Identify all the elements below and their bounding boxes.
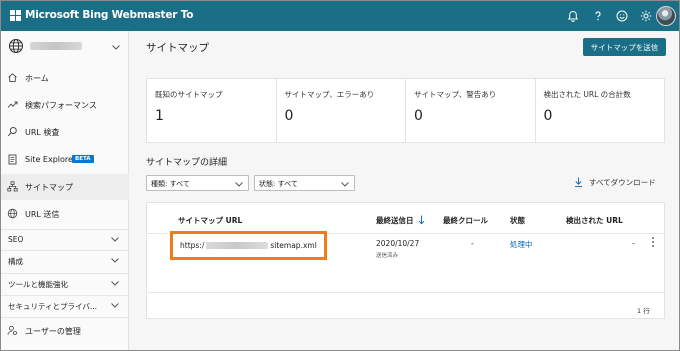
stat-value: 0 (414, 108, 423, 124)
stat-label: サイトマップ、警告あり (414, 90, 497, 99)
status-value[interactable]: 処理中 (510, 239, 533, 250)
chevron-down-icon (235, 182, 243, 187)
status-filter-dropdown[interactable]: 状態: すべて (254, 175, 355, 191)
user-settings-icon (7, 325, 17, 335)
submitted-date: 2020/10/27 (376, 239, 420, 248)
home-icon (8, 73, 17, 82)
column-header-last-crawl[interactable]: 最終クロール (443, 215, 488, 226)
trend-icon (7, 101, 18, 108)
type-filter-dropdown[interactable]: 種類: すべて (146, 175, 249, 191)
url-domain-redacted (206, 242, 269, 249)
sidebar-section-label: SEO (8, 235, 24, 244)
sort-descending-icon (418, 215, 424, 225)
type-filter-value: 種類: すべて (151, 180, 190, 188)
sitemap-icon (7, 181, 18, 192)
sidebar-item-label: Site Explorer (25, 155, 77, 164)
sidebar-section-configuration[interactable]: 構成 (1, 250, 129, 268)
beta-badge: BETA (72, 155, 94, 163)
download-icon (575, 177, 582, 187)
sidebar-item-url-submission[interactable]: URL 送信 (1, 201, 129, 227)
highlighted-sitemap-url[interactable]: https:/ sitemap.xml (170, 231, 327, 260)
sidebar-section-tools[interactable]: ツールと機能強化 (1, 273, 129, 291)
chevron-down-icon (112, 45, 120, 50)
stat-total-discovered-urls: 検出された URL の合計数 0 (536, 79, 665, 142)
sitemap-url[interactable]: https:/ sitemap.xml (180, 241, 317, 250)
sidebar-section-label: セキュリティとプライバ... (8, 302, 98, 311)
user-avatar[interactable] (656, 6, 676, 26)
site-selector[interactable] (1, 31, 129, 63)
url-suffix: sitemap.xml (270, 241, 317, 250)
sidebar-item-search-performance[interactable]: 検索パフォーマンス (1, 92, 129, 118)
stat-label: 既知のサイトマップ (155, 90, 223, 99)
submitted-note: 送信済み (376, 253, 399, 259)
stat-label: 検出された URL の合計数 (543, 90, 631, 99)
chevron-down-icon (111, 303, 119, 308)
app-title: Microsoft Bing Webmaster To (25, 9, 194, 21)
column-header-discovered-urls[interactable]: 検出された URL (566, 215, 623, 226)
sidebar: ホーム 検索パフォーマンス URL 検査 Site Explorer BETA (1, 31, 129, 350)
sidebar-item-site-explorer[interactable]: Site Explorer BETA (1, 147, 129, 173)
search-icon (7, 127, 17, 137)
stat-value: 1 (155, 108, 164, 124)
site-name-redacted (30, 42, 82, 50)
sidebar-section-label: 構成 (8, 257, 23, 266)
submit-sitemap-button[interactable]: サイトマップを送信 (583, 38, 666, 56)
chevron-down-icon (341, 182, 349, 187)
sidebar-item-label: ユーザーの管理 (25, 327, 81, 336)
sitemaps-table: サイトマップ URL 最終送信日 最終クロール 状態 検出された URL htt… (146, 202, 665, 319)
column-header-sitemap-url[interactable]: サイトマップ URL (178, 215, 242, 226)
status-filter-value: 状態: すべて (259, 180, 298, 188)
download-all-label: すべてダウンロード (589, 178, 656, 187)
sidebar-item-sitemaps[interactable]: サイトマップ (1, 174, 129, 200)
row-count: 1 行 (637, 307, 650, 315)
chevron-down-icon (111, 281, 119, 286)
sidebar-item-label: URL 送信 (25, 210, 60, 219)
document-icon (8, 154, 17, 165)
discovered-urls-value: - (632, 239, 635, 248)
more-options-icon[interactable] (652, 237, 655, 248)
help-icon[interactable] (591, 9, 605, 23)
chevron-down-icon (111, 237, 119, 242)
app-launcher-icon[interactable] (10, 10, 21, 21)
stat-value: 0 (284, 108, 294, 124)
stat-value: 0 (543, 108, 553, 124)
download-all-link[interactable]: すべてダウンロード (574, 177, 656, 188)
stats-summary: 既知のサイトマップ 1 サイトマップ、エラーあり 0 サイトマップ、警告あり 0… (146, 78, 665, 143)
sidebar-item-label: サイトマップ (25, 183, 73, 192)
main-content: サイトマップ サイトマップを送信 既知のサイトマップ 1 サイトマップ、エラーあ… (130, 31, 679, 350)
app-window: Microsoft Bing Webmaster To ホーム 検索パフォーマン… (0, 0, 680, 351)
sidebar-section-label: ツールと機能強化 (8, 280, 68, 289)
column-header-last-submitted[interactable]: 最終送信日 (376, 215, 425, 226)
sidebar-item-label: 検索パフォーマンス (25, 101, 97, 110)
stat-sitemaps-with-warnings: サイトマップ、警告あり 0 (406, 79, 536, 142)
top-bar: Microsoft Bing Webmaster To (1, 1, 679, 31)
url-prefix: https:/ (180, 241, 205, 250)
stat-sitemaps-with-errors: サイトマップ、エラーあり 0 (277, 79, 406, 142)
chevron-down-icon (111, 258, 119, 263)
gear-icon[interactable] (639, 9, 653, 23)
sidebar-item-user-management[interactable]: ユーザーの管理 (1, 317, 129, 343)
globe-icon (8, 38, 24, 54)
sidebar-item-home[interactable]: ホーム (1, 65, 129, 91)
smiley-icon[interactable] (615, 9, 629, 23)
stat-known-sitemaps: 既知のサイトマップ 1 (147, 79, 277, 142)
sidebar-item-url-inspection[interactable]: URL 検査 (1, 119, 129, 145)
sidebar-section-security[interactable]: セキュリティとプライバ... (1, 295, 129, 313)
sidebar-section-seo[interactable]: SEO (1, 229, 129, 247)
sidebar-item-label: ホーム (25, 74, 49, 83)
bell-icon[interactable] (566, 9, 580, 23)
column-header-label: 最終送信日 (376, 216, 414, 225)
footer-divider (147, 292, 664, 293)
page-title: サイトマップ (146, 42, 209, 54)
stat-label: サイトマップ、エラーあり (284, 90, 375, 99)
last-crawl-value: - (471, 239, 474, 248)
column-header-status[interactable]: 状態 (510, 215, 525, 226)
sitemap-details-heading: サイトマップの詳細 (146, 158, 228, 168)
sidebar-item-label: URL 検査 (25, 128, 60, 137)
globe-icon (7, 208, 18, 219)
